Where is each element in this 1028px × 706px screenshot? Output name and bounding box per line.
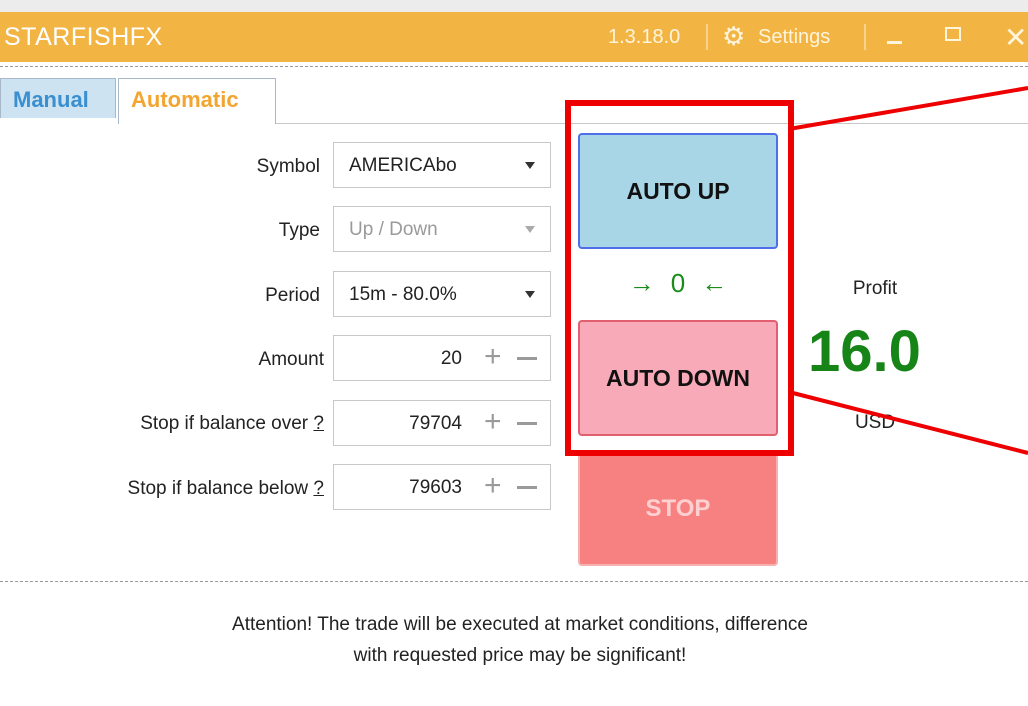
stop-below-value: 79603 bbox=[409, 477, 462, 498]
app-window: STARFISHFX 1.3.18.0 ⚙ Settings ✕ Manual … bbox=[0, 12, 1028, 706]
period-value: 15m - 80.0% bbox=[349, 284, 457, 305]
profit-label: Profit bbox=[852, 278, 898, 299]
period-label: Period bbox=[265, 285, 320, 306]
help-link[interactable]: ? bbox=[313, 478, 324, 499]
type-value: Up / Down bbox=[349, 219, 438, 240]
plus-icon[interactable]: + bbox=[484, 340, 502, 374]
symbol-label: Symbol bbox=[256, 156, 320, 177]
profit-unit: USD bbox=[854, 412, 896, 433]
stop-over-stepper[interactable]: 79704 + bbox=[333, 400, 551, 446]
amount-label: Amount bbox=[258, 349, 324, 370]
minus-icon[interactable] bbox=[517, 422, 537, 425]
help-link[interactable]: ? bbox=[313, 413, 324, 434]
type-label: Type bbox=[278, 220, 320, 241]
stop-over-label: Stop if balance over ? bbox=[140, 413, 324, 435]
attention-message: Attention! The trade will be executed at… bbox=[120, 609, 920, 671]
amount-value: 20 bbox=[440, 348, 462, 369]
stop-over-label-text: Stop if balance over bbox=[140, 413, 309, 434]
type-select: Up / Down bbox=[333, 206, 551, 252]
stop-below-label: Stop if balance below ? bbox=[128, 478, 324, 500]
tab-automatic[interactable]: Automatic bbox=[118, 78, 276, 124]
minimize-icon[interactable] bbox=[884, 22, 906, 50]
chevron-down-icon bbox=[525, 291, 535, 298]
period-select[interactable]: 15m - 80.0% bbox=[333, 271, 551, 317]
divider bbox=[0, 66, 1028, 67]
stop-over-value: 79704 bbox=[409, 413, 462, 434]
title-separator bbox=[706, 24, 708, 50]
title-separator bbox=[864, 24, 866, 50]
plus-icon[interactable]: + bbox=[484, 405, 502, 439]
chevron-down-icon bbox=[525, 226, 535, 233]
attention-line-2: with requested price may be significant! bbox=[353, 645, 687, 666]
gear-icon[interactable]: ⚙ bbox=[722, 21, 745, 52]
amount-stepper[interactable]: 20 + bbox=[333, 335, 551, 381]
title-bar: STARFISHFX 1.3.18.0 ⚙ Settings ✕ bbox=[0, 12, 1028, 62]
stop-button[interactable]: STOP bbox=[578, 452, 778, 566]
highlight-box bbox=[565, 100, 794, 456]
symbol-value: AMERICAbo bbox=[349, 155, 457, 176]
app-title: STARFISHFX bbox=[4, 23, 163, 51]
close-icon[interactable]: ✕ bbox=[1004, 21, 1027, 54]
profit-value: 16.0 bbox=[808, 319, 921, 384]
plus-icon[interactable]: + bbox=[484, 469, 502, 503]
maximize-icon[interactable] bbox=[945, 27, 961, 41]
minus-icon[interactable] bbox=[517, 486, 537, 489]
minus-icon[interactable] bbox=[517, 357, 537, 360]
stop-below-label-text: Stop if balance below bbox=[127, 478, 309, 499]
settings-button[interactable]: Settings bbox=[758, 26, 830, 49]
stop-below-stepper[interactable]: 79603 + bbox=[333, 464, 551, 510]
tab-manual[interactable]: Manual bbox=[0, 78, 116, 118]
symbol-select[interactable]: AMERICAbo bbox=[333, 142, 551, 188]
version-label: 1.3.18.0 bbox=[608, 26, 681, 48]
attention-line-1: Attention! The trade will be executed at… bbox=[232, 614, 808, 635]
chevron-down-icon bbox=[525, 162, 535, 169]
divider bbox=[0, 581, 1028, 582]
